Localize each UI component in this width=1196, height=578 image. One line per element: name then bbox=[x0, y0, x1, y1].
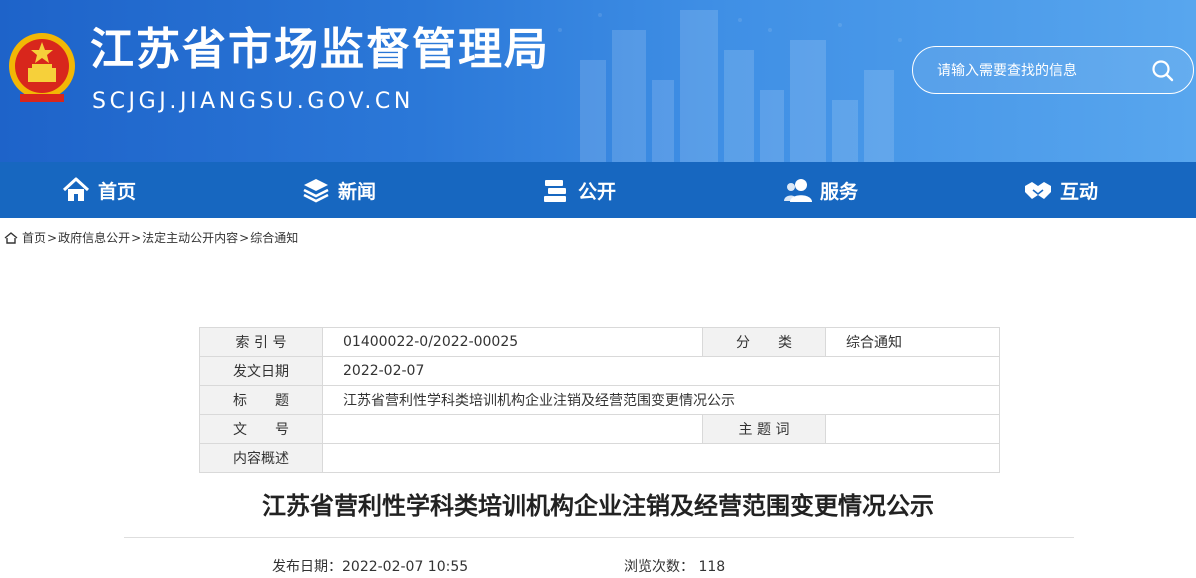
breadcrumb-link-notice[interactable]: 综合通知 bbox=[250, 229, 298, 246]
breadcrumb-separator: > bbox=[47, 230, 58, 245]
view-count-label: 浏览次数： bbox=[624, 559, 694, 575]
nav-item-public[interactable]: 公开 bbox=[542, 162, 616, 218]
home-icon bbox=[4, 231, 18, 244]
books-icon bbox=[544, 180, 566, 202]
index-value: 01400022-0/2022-00025 bbox=[322, 327, 703, 357]
handshake-icon bbox=[1025, 182, 1051, 199]
home-icon bbox=[62, 177, 90, 201]
nav-item-label: 新闻 bbox=[338, 180, 377, 203]
table-row: 索 引 号 01400022-0/2022-00025 分 类 综合通知 bbox=[199, 327, 1000, 357]
title-value: 江苏省营利性学科类培训机构企业注销及经营范围变更情况公示 bbox=[322, 385, 1000, 415]
nav-item-service[interactable]: 服务 bbox=[784, 162, 858, 218]
publish-date-label: 发布日期： bbox=[272, 559, 342, 575]
nav-item-label: 公开 bbox=[578, 180, 617, 203]
category-label: 分 类 bbox=[702, 327, 826, 357]
search-icon[interactable] bbox=[1149, 57, 1177, 85]
summary-label: 内容概述 bbox=[199, 443, 323, 473]
table-row: 标 题 江苏省营利性学科类培训机构企业注销及经营范围变更情况公示 bbox=[199, 385, 1000, 415]
search-box bbox=[912, 46, 1194, 94]
keywords-value bbox=[825, 414, 1000, 444]
nav-item-news[interactable]: 新闻 bbox=[302, 162, 376, 218]
layers-icon bbox=[303, 179, 329, 203]
title-label: 标 题 bbox=[199, 385, 323, 415]
nav-item-label: 服务 bbox=[820, 180, 859, 203]
nav-item-home[interactable]: 首页 bbox=[62, 162, 136, 218]
nav-item-label: 首页 bbox=[98, 180, 137, 203]
index-label: 索 引 号 bbox=[199, 327, 323, 357]
site-name: 江苏省市场监督管理局 bbox=[90, 24, 550, 75]
site-header: 江苏省市场监督管理局 SCJGJ.JIANGSU.GOV.CN bbox=[0, 0, 1196, 162]
breadcrumb-link-gov-info[interactable]: 政府信息公开 bbox=[58, 229, 130, 246]
publish-date: 发布日期：2022-02-07 10:55 bbox=[272, 556, 468, 576]
nav-item-label: 互动 bbox=[1060, 180, 1099, 203]
users-icon bbox=[784, 179, 812, 202]
view-count: 浏览次数： 118 bbox=[624, 556, 725, 576]
main-nav: 首页 新闻 公开 服务 互动 bbox=[0, 162, 1196, 218]
doc-no-value bbox=[322, 414, 703, 444]
date-label: 发文日期 bbox=[199, 356, 323, 386]
table-row: 文 号 主 题 词 bbox=[199, 414, 1000, 444]
date-value: 2022-02-07 bbox=[322, 356, 1000, 386]
table-row: 发文日期 2022-02-07 bbox=[199, 356, 1000, 386]
category-value: 综合通知 bbox=[825, 327, 1000, 357]
publish-date-value: 2022-02-07 10:55 bbox=[342, 559, 469, 575]
view-count-value: 118 bbox=[698, 559, 726, 575]
breadcrumb-separator: > bbox=[131, 230, 142, 245]
breadcrumb-link-home[interactable]: 首页 bbox=[22, 229, 46, 246]
doc-no-label: 文 号 bbox=[199, 414, 323, 444]
nav-item-interaction[interactable]: 互动 bbox=[1024, 162, 1098, 218]
city-skyline-decoration bbox=[558, 10, 902, 162]
search-input[interactable] bbox=[935, 59, 1139, 83]
site-domain: SCJGJ.JIANGSU.GOV.CN bbox=[92, 89, 414, 114]
keywords-label: 主 题 词 bbox=[702, 414, 826, 444]
title-divider bbox=[124, 537, 1074, 538]
table-row: 内容概述 bbox=[199, 443, 1000, 473]
breadcrumb: 首页 > 政府信息公开 > 法定主动公开内容 > 综合通知 bbox=[4, 229, 298, 246]
article-title: 江苏省营利性学科类培训机构企业注销及经营范围变更情况公示 bbox=[262, 492, 934, 520]
document-info-table: 索 引 号 01400022-0/2022-00025 分 类 综合通知 发文日… bbox=[199, 327, 1000, 473]
breadcrumb-separator: > bbox=[239, 230, 250, 245]
national-emblem-icon bbox=[9, 33, 75, 102]
breadcrumb-link-statutory[interactable]: 法定主动公开内容 bbox=[142, 229, 238, 246]
summary-value bbox=[322, 443, 1000, 473]
